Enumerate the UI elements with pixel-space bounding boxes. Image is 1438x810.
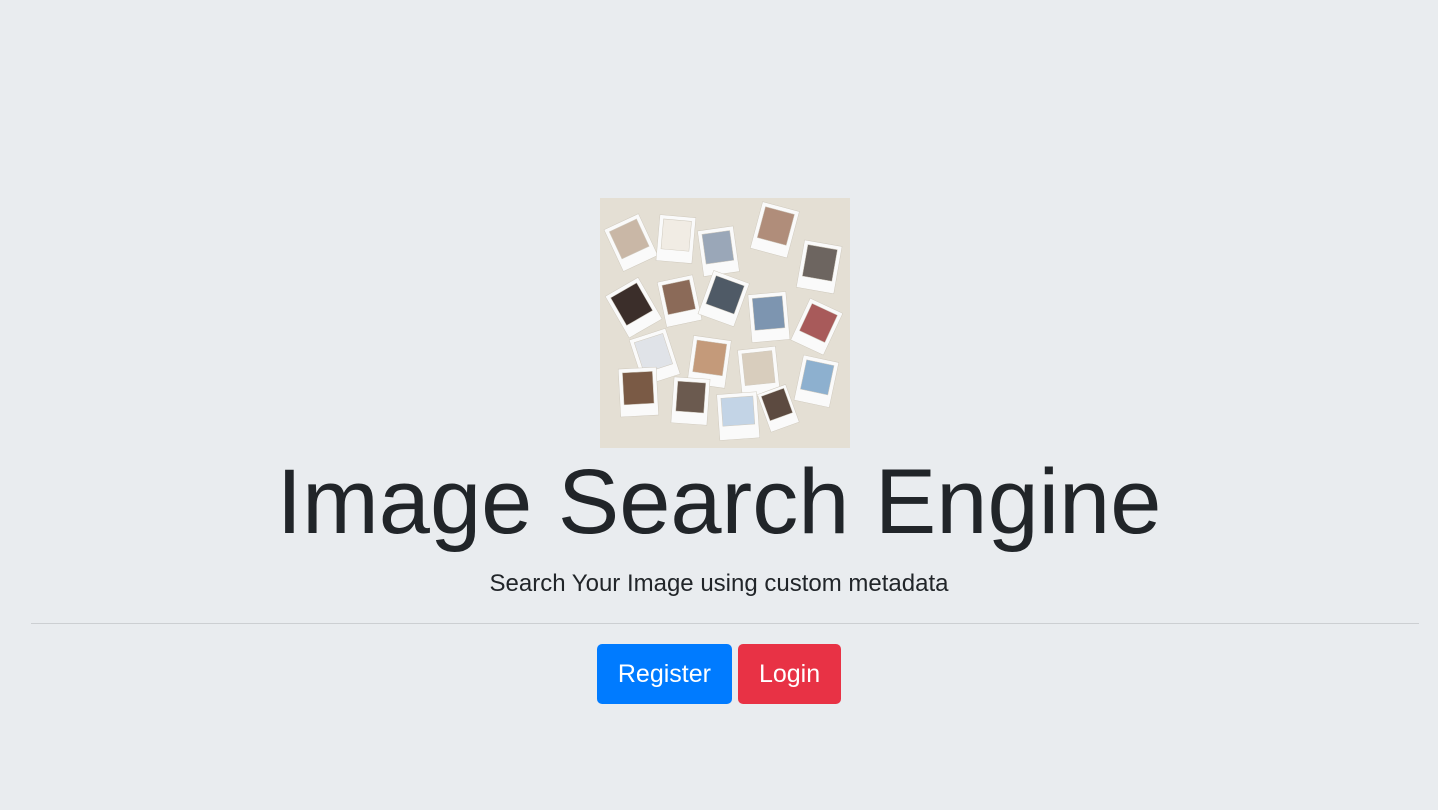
divider [31, 623, 1419, 624]
page-subtitle: Search Your Image using custom metadata [489, 570, 949, 597]
page-title: Image Search Engine [276, 451, 1162, 553]
hero-image [600, 198, 850, 448]
login-button[interactable]: Login [737, 644, 842, 704]
action-buttons: Register Login [0, 644, 1438, 704]
polaroid-collage-image [600, 198, 850, 448]
register-button[interactable]: Register [596, 644, 732, 704]
jumbotron: Image Search Engine Search Your Image us… [0, 0, 1438, 810]
